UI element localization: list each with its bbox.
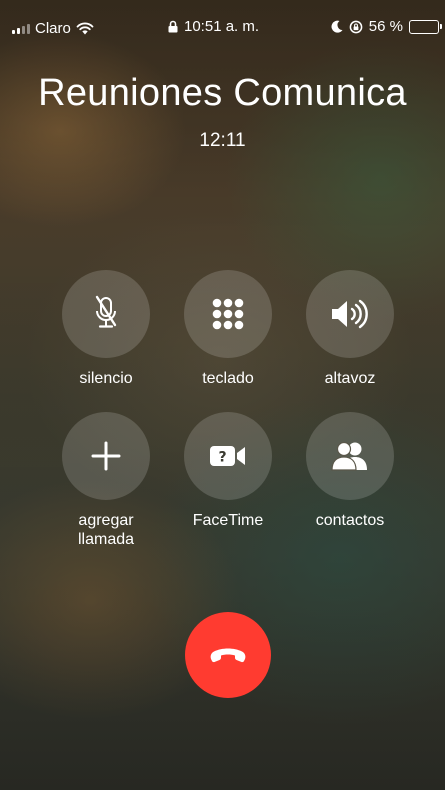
- facetime-button[interactable]: ? FaceTime: [168, 412, 288, 530]
- mute-button[interactable]: silencio: [46, 270, 166, 388]
- phone-hangup-icon: [210, 648, 246, 663]
- facetime-button-circle[interactable]: ?: [184, 412, 272, 500]
- facetime-video-icon: ?: [210, 446, 245, 466]
- add-call-label-line1: agregar: [78, 512, 134, 529]
- add-call-button[interactable]: agregar llamada: [46, 412, 166, 549]
- mute-label: silencio: [79, 370, 133, 387]
- contacts-label: contactos: [315, 512, 385, 529]
- speaker-label: altavoz: [324, 370, 376, 387]
- speaker-button-circle[interactable]: [306, 270, 394, 358]
- mic-muted-icon: [95, 295, 117, 328]
- keypad-button[interactable]: teclado: [168, 270, 288, 388]
- keypad-label: teclado: [202, 370, 254, 387]
- add-call-label: agregar llamada: [46, 511, 166, 549]
- add-call-label-line2: llamada: [77, 531, 135, 548]
- svg-text:?: ?: [218, 450, 226, 466]
- keypad-icon: [212, 298, 244, 330]
- mute-button-circle[interactable]: [62, 270, 150, 358]
- contacts-button-circle[interactable]: [306, 412, 394, 500]
- end-call-button[interactable]: [185, 612, 271, 698]
- keypad-button-circle[interactable]: [184, 270, 272, 358]
- contacts-button[interactable]: contactos: [290, 412, 410, 530]
- plus-icon: [91, 441, 121, 471]
- call-screen: Claro 10:51 a. m. 56 % Reuniones Comunic…: [0, 0, 445, 790]
- speaker-button[interactable]: altavoz: [290, 270, 410, 388]
- facetime-label: FaceTime: [192, 512, 264, 529]
- speaker-icon: [332, 299, 368, 329]
- add-call-button-circle[interactable]: [62, 412, 150, 500]
- contacts-icon: [331, 441, 367, 471]
